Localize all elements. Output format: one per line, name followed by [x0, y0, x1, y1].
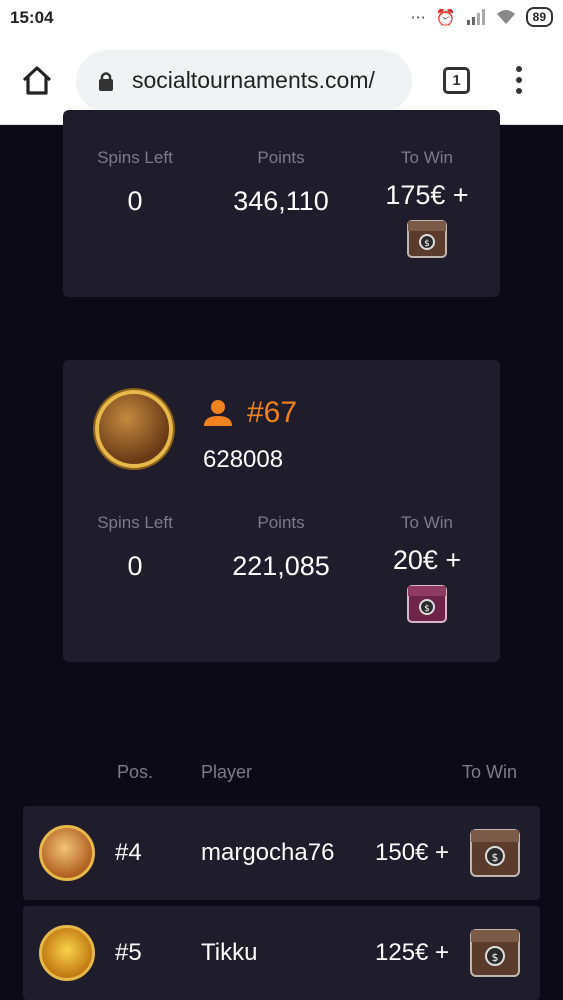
points-stat: Points 221,085 [211, 513, 351, 582]
address-bar[interactable]: socialtournaments.com/ [76, 50, 412, 112]
points-label: Points [257, 148, 305, 167]
spins-left-value: 0 [127, 551, 143, 581]
spins-left-label: Spins Left [97, 513, 173, 532]
spins-left-stat: Spins Left 0 [65, 148, 205, 217]
alarm-icon: ⏰ [435, 7, 456, 27]
points-stat: Points 346,110 [211, 148, 351, 217]
to-win-stat: To Win 175€ + $ [357, 148, 497, 261]
browser-menu-button[interactable] [512, 66, 526, 98]
row-prize: 125€ + [375, 939, 450, 966]
lock-icon [99, 72, 113, 91]
player-avatar [39, 825, 95, 881]
battery-icon: 89 [525, 7, 553, 27]
more-dots-icon: ··· [410, 7, 426, 27]
menu-dot-icon [516, 66, 522, 72]
svg-text:$: $ [424, 239, 430, 249]
to-win-stat: To Win 20€ + $ [357, 513, 497, 626]
row-player-name: margocha76 [201, 839, 335, 866]
rank-text: #67 [247, 396, 298, 429]
menu-dot-icon [516, 88, 522, 94]
prize-box-icon: $ [407, 220, 447, 258]
status-time: 15:04 [10, 8, 54, 27]
row-player-name: Tikku [201, 939, 258, 966]
player-card: #67 628008 Spins Left 0 Points 221,085 T… [63, 360, 500, 662]
row-position: #5 [115, 939, 142, 966]
svg-text:$: $ [492, 951, 499, 964]
to-win-value: 20€ + [392, 545, 462, 575]
leaderboard-header-pos: Pos. [117, 762, 154, 782]
to-win-label: To Win [401, 148, 453, 167]
svg-text:$: $ [424, 604, 430, 614]
spins-left-value: 0 [127, 186, 143, 216]
spins-left-label: Spins Left [97, 148, 173, 167]
leaderboard-header-player: Player [201, 762, 253, 782]
svg-text:$: $ [492, 851, 499, 864]
leaderboard-row[interactable]: #4 margocha76 150€ + $ [23, 806, 540, 900]
status-icons: ··· ⏰ 89 [410, 7, 553, 27]
to-win-label: To Win [401, 513, 453, 532]
player-avatar [95, 390, 173, 468]
points-value: 346,110 [233, 186, 329, 216]
menu-dot-icon [516, 77, 522, 83]
home-icon[interactable] [20, 63, 54, 97]
tab-switcher-button[interactable]: 1 [443, 67, 470, 94]
row-prize: 150€ + [375, 839, 450, 866]
spins-left-stat: Spins Left 0 [65, 513, 205, 582]
wifi-icon [496, 10, 515, 24]
points-label: Points [257, 513, 305, 532]
prize-box-icon: $ [470, 929, 520, 977]
to-win-value: 175€ + [385, 180, 469, 210]
prize-box-icon: $ [470, 829, 520, 877]
url-text: socialtournaments.com/ [132, 67, 375, 93]
leaderboard-header-to-win: To Win [462, 762, 518, 782]
signal-icon [466, 9, 485, 25]
points-value: 221,085 [232, 551, 330, 581]
tournament-card-top: Spins Left 0 Points 346,110 To Win 175€ … [63, 110, 500, 297]
player-avatar [39, 925, 95, 981]
player-id: 628008 [203, 446, 284, 473]
player-rank: #67 [203, 396, 297, 430]
row-position: #4 [115, 839, 142, 866]
status-bar: 15:04 ··· ⏰ 89 [0, 0, 563, 38]
leaderboard-row[interactable]: #5 Tikku 125€ + $ [23, 906, 540, 1000]
user-icon [204, 400, 232, 426]
prize-box-icon: $ [407, 585, 447, 623]
